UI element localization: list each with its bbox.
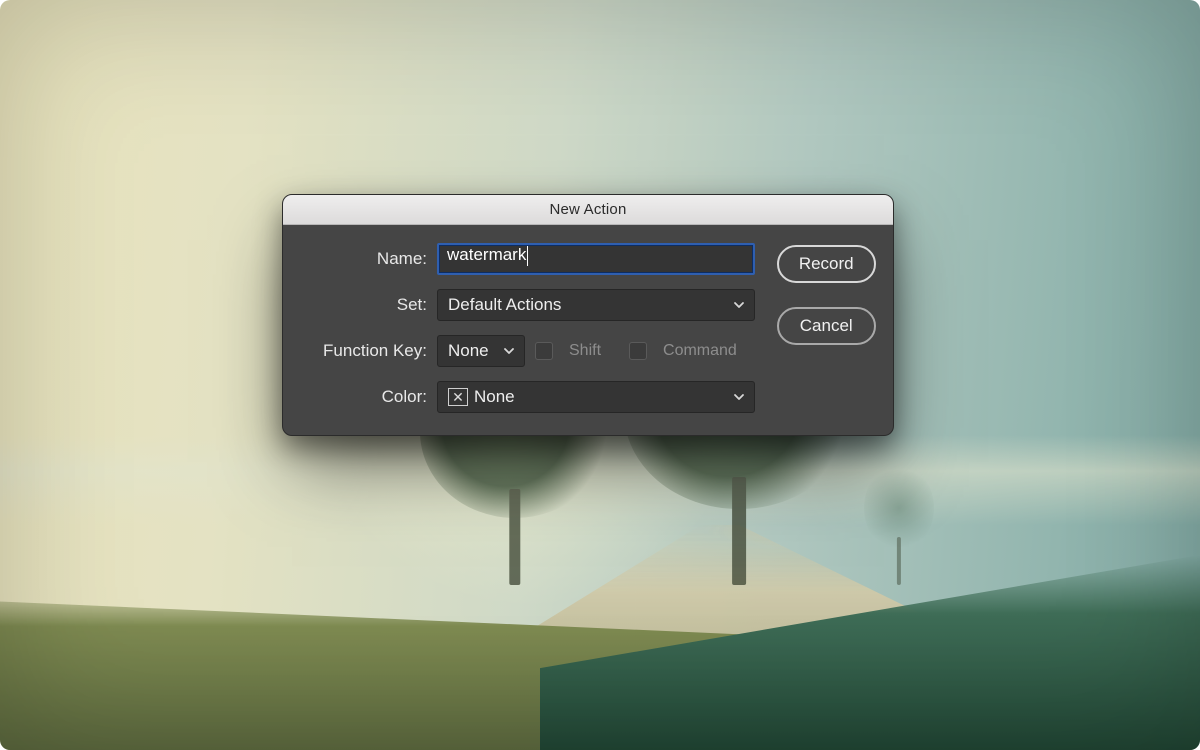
record-button[interactable]: Record [777,245,876,283]
color-none-icon: ✕ [448,388,468,406]
name-input[interactable]: watermark [437,243,755,275]
chevron-down-icon [733,391,745,403]
chevron-down-icon [503,345,515,357]
command-checkbox-label: Command [663,342,737,360]
color-label: Color: [303,387,427,407]
set-select[interactable]: Default Actions [437,289,755,321]
record-button-label: Record [799,254,854,274]
name-input-value: watermark [447,245,526,264]
shift-checkbox-label: Shift [569,342,601,360]
set-select-value: Default Actions [448,295,561,315]
color-select[interactable]: ✕ None [437,381,755,413]
new-action-dialog: New Action Name: watermark Set: Default … [282,194,894,436]
name-label: Name: [303,249,427,269]
chevron-down-icon [733,299,745,311]
function-key-label: Function Key: [303,341,427,361]
shift-checkbox[interactable] [535,342,553,360]
command-checkbox[interactable] [629,342,647,360]
cancel-button-label: Cancel [800,316,853,336]
cancel-button[interactable]: Cancel [777,307,876,345]
color-select-value: None [474,387,515,407]
function-key-value: None [448,341,489,361]
dialog-title-text: New Action [549,201,626,218]
set-label: Set: [303,295,427,315]
dialog-title: New Action [283,195,893,225]
text-caret [527,246,528,266]
function-key-select[interactable]: None [437,335,525,367]
